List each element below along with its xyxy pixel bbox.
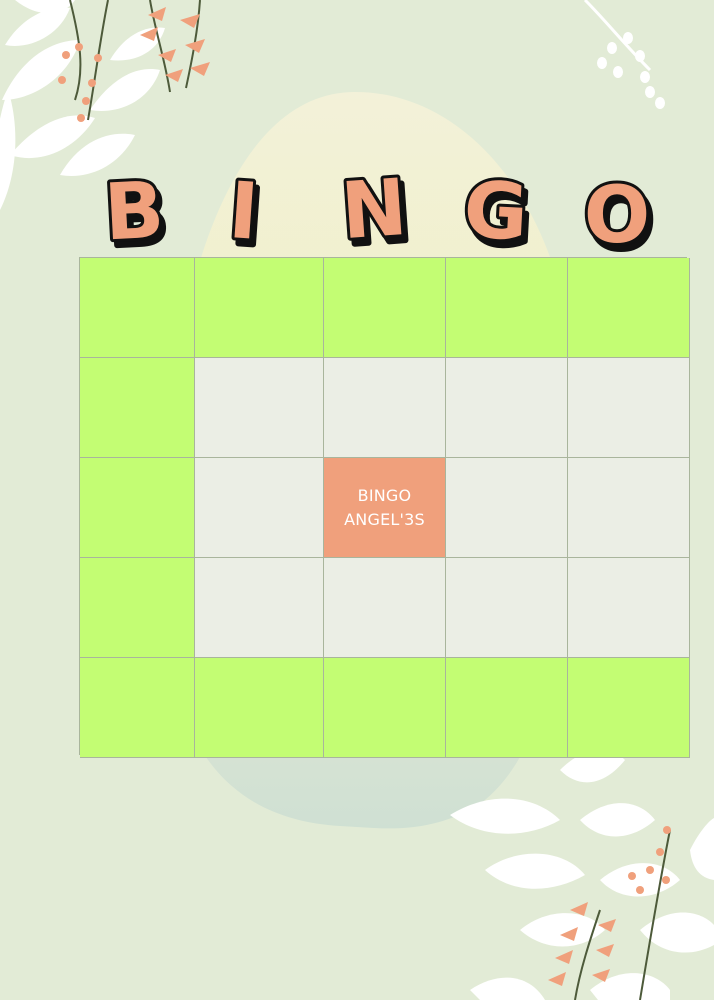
bingo-cell-r5-c3[interactable]	[324, 658, 446, 758]
title-letter-o: O O	[581, 168, 657, 270]
bingo-cell-r4-c4[interactable]	[446, 558, 568, 658]
title-letter-g: G G	[458, 162, 537, 267]
free-space-line-2: ANGEL'3S	[344, 509, 425, 529]
title-letter-n: N N	[335, 160, 417, 266]
free-space-label: BINGO ANGEL'3S	[344, 484, 425, 532]
svg-text:G: G	[461, 165, 530, 258]
free-space-cell[interactable]: BINGO ANGEL'3S	[324, 458, 446, 558]
bingo-cell-r4-c2[interactable]	[195, 558, 324, 658]
bottom-right-berry-sprig	[548, 826, 671, 1000]
bingo-cell-r3-c1[interactable]	[80, 458, 195, 558]
bingo-cell-r2-c4[interactable]	[446, 358, 568, 458]
svg-text:O: O	[584, 171, 650, 261]
bingo-cell-r1-c5[interactable]	[568, 258, 690, 358]
bingo-cell-r2-c1[interactable]	[80, 358, 195, 458]
bingo-cell-r5-c2[interactable]	[195, 658, 324, 758]
bingo-cell-r4-c3[interactable]	[324, 558, 446, 658]
bingo-cell-r4-c1[interactable]	[80, 558, 195, 658]
bingo-cell-r2-c5[interactable]	[568, 358, 690, 458]
bingo-cell-r1-c2[interactable]	[195, 258, 324, 358]
bingo-cell-r2-c2[interactable]	[195, 358, 324, 458]
bingo-board: BINGO ANGEL'3S	[79, 257, 690, 758]
top-right-berry-sprig	[583, 0, 665, 109]
bingo-cell-r5-c4[interactable]	[446, 658, 568, 758]
title-letter-i: I I	[223, 163, 268, 267]
bingo-cell-r5-c5[interactable]	[568, 658, 690, 758]
bingo-cell-r4-c5[interactable]	[568, 558, 690, 658]
bingo-cell-r1-c1[interactable]	[80, 258, 195, 358]
free-space-line-1: BINGO	[357, 485, 412, 505]
bingo-cell-r3-c4[interactable]	[446, 458, 568, 558]
bingo-cell-r3-c2[interactable]	[195, 458, 324, 558]
top-left-berry-sprig	[58, 0, 210, 122]
svg-text:B: B	[102, 166, 166, 259]
bingo-cell-r1-c3[interactable]	[324, 258, 446, 358]
bingo-cell-r3-c5[interactable]	[568, 458, 690, 558]
title-letter-b: B B	[99, 163, 173, 268]
bingo-cell-r5-c1[interactable]	[80, 658, 195, 758]
bingo-title: B B I I N N G G O O	[78, 152, 688, 270]
svg-text:N: N	[338, 163, 409, 257]
bingo-cell-r1-c4[interactable]	[446, 258, 568, 358]
bingo-cell-r2-c3[interactable]	[324, 358, 446, 458]
